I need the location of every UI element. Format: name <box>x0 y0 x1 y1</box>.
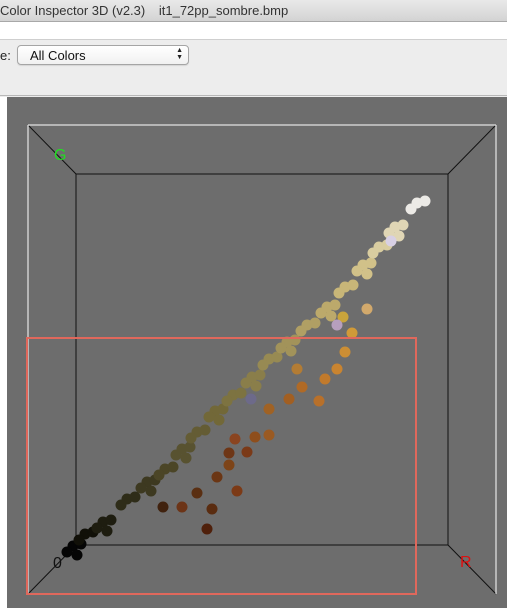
color-point <box>405 203 417 215</box>
color-point <box>347 279 359 291</box>
mode-label: e: <box>0 48 11 63</box>
color-point <box>229 433 241 445</box>
color-mode-value: All Colors <box>30 48 86 63</box>
color-point <box>346 327 358 339</box>
color-point <box>289 334 301 346</box>
color-point <box>249 431 261 443</box>
color-point <box>250 380 262 392</box>
color-point <box>91 522 103 534</box>
color-point <box>419 195 431 207</box>
color-point <box>71 549 83 561</box>
color-point <box>333 287 345 299</box>
color-point <box>331 363 343 375</box>
color-point <box>221 395 233 407</box>
header-strip <box>0 22 507 40</box>
color-point <box>170 449 182 461</box>
color-point <box>211 471 223 483</box>
color-point <box>176 501 188 513</box>
select-arrows-icon: ▲ ▼ <box>176 47 183 61</box>
color-point <box>223 459 235 471</box>
color-point <box>213 414 225 426</box>
color-point <box>223 447 235 459</box>
color-point <box>263 429 275 441</box>
color-point <box>240 377 252 389</box>
color-point <box>315 307 327 319</box>
color-cube-canvas[interactable]: G R 0 <box>7 97 507 608</box>
color-point <box>331 319 343 331</box>
color-point <box>167 461 179 473</box>
color-point <box>295 325 307 337</box>
selection-rectangle[interactable] <box>26 337 417 595</box>
color-point <box>291 363 303 375</box>
color-point-cloud <box>61 195 431 561</box>
color-point <box>73 534 85 546</box>
color-mode-select[interactable]: All Colors ▲ ▼ <box>17 45 189 65</box>
color-point <box>153 469 165 481</box>
window-title-text: Color Inspector 3D (v2.3) it1_72pp_sombr… <box>0 3 298 18</box>
color-point <box>185 432 197 444</box>
color-point <box>285 345 297 357</box>
color-point <box>245 393 257 405</box>
color-point <box>329 299 341 311</box>
g-axis-label: G <box>54 147 66 164</box>
color-point <box>351 265 363 277</box>
color-point <box>191 487 203 499</box>
origin-label: 0 <box>53 555 62 572</box>
color-point <box>199 424 211 436</box>
color-point <box>367 247 379 259</box>
app-title: Color Inspector 3D (v2.3) <box>0 3 146 18</box>
color-point <box>101 525 113 537</box>
color-point <box>275 342 287 354</box>
color-point <box>365 257 377 269</box>
color-point <box>283 393 295 405</box>
color-point <box>241 446 253 458</box>
color-point <box>129 491 141 503</box>
color-point <box>235 387 247 399</box>
color-point <box>254 369 266 381</box>
left-panel-edge <box>0 97 7 608</box>
color-point <box>157 501 169 513</box>
3d-color-viewport[interactable]: G R 0 <box>7 97 507 608</box>
file-name: it1_72pp_sombre.bmp <box>158 3 289 18</box>
color-point <box>325 310 337 322</box>
color-point <box>206 503 218 515</box>
color-point <box>339 346 351 358</box>
color-point <box>397 219 409 231</box>
color-point <box>231 485 243 497</box>
r-axis-label: R <box>460 554 472 571</box>
color-point <box>313 395 325 407</box>
title-bar: Color Inspector 3D (v2.3) it1_72pp_sombr… <box>0 0 507 22</box>
color-point <box>203 411 215 423</box>
color-point <box>263 403 275 415</box>
color-point <box>296 381 308 393</box>
color-point <box>319 373 331 385</box>
color-point <box>361 303 373 315</box>
color-point <box>61 546 73 558</box>
color-point <box>135 482 147 494</box>
color-point <box>309 317 321 329</box>
color-point <box>361 268 373 280</box>
color-point <box>385 235 397 247</box>
color-point <box>180 452 192 464</box>
color-point <box>257 359 269 371</box>
color-point <box>145 485 157 497</box>
color-point <box>115 499 127 511</box>
color-point <box>201 523 213 535</box>
color-point <box>105 514 117 526</box>
